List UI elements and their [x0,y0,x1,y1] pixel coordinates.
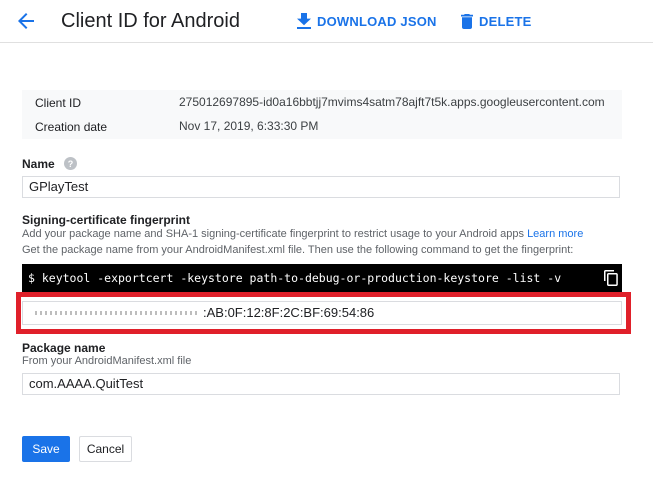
trash-icon [461,13,473,29]
svg-text:?: ? [68,159,74,169]
learn-more-link[interactable]: Learn more [527,228,583,240]
sha1-fingerprint-input[interactable]: :AB:0F:12:8F:2C:BF:69:54:86 [22,301,622,325]
delete-label: DELETE [479,13,532,29]
package-name-label: Package name [22,341,106,355]
page-title: Client ID for Android [61,10,240,32]
client-id-value: 275012697895-id0a16bbtjj7mvims4satm78ajf… [179,95,605,109]
signing-fingerprint-label: Signing-certificate fingerprint [22,213,191,227]
back-arrow-icon[interactable] [14,9,38,33]
package-name-input[interactable]: com.AAAA.QuitTest [22,373,620,395]
download-json-label: DOWNLOAD JSON [317,13,437,29]
package-name-description: From your AndroidManifest.xml file [22,355,192,367]
download-icon [297,13,311,29]
cancel-button[interactable]: Cancel [79,436,132,462]
creation-date-value: Nov 17, 2019, 6:33:30 PM [179,119,319,133]
keytool-command-text: $ keytool -exportcert -keystore path-to-… [28,271,562,285]
save-button[interactable]: Save [22,436,70,462]
download-json-button[interactable]: DOWNLOAD JSON [297,11,437,31]
name-field-label: Name ? [22,157,78,171]
client-info-panel: Client ID 275012697895-id0a16bbtjj7mvims… [22,90,622,139]
signing-instructions: Get the package name from your AndroidMa… [22,244,574,256]
signing-description-text: Add your package name and SHA-1 signing-… [22,228,524,240]
keytool-command-box: $ keytool -exportcert -keystore path-to-… [22,264,622,292]
client-id-label: Client ID [35,96,82,110]
copy-icon[interactable] [604,268,618,286]
name-input[interactable]: GPlayTest [22,176,620,198]
name-label-text: Name [22,157,55,171]
redacted-fingerprint-mask [35,310,199,315]
signing-description: Add your package name and SHA-1 signing-… [22,228,583,240]
creation-date-label: Creation date [35,120,108,134]
sha1-fingerprint-value: :AB:0F:12:8F:2C:BF:69:54:86 [203,305,375,320]
delete-button[interactable]: DELETE [461,11,531,31]
page-header: Client ID for Android DOWNLOAD JSON DELE… [0,0,653,43]
help-icon[interactable]: ? [64,157,78,170]
